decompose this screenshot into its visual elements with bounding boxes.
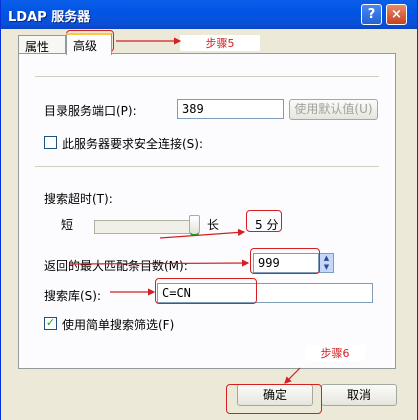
close-button[interactable]: × — [386, 4, 407, 25]
tab-properties[interactable]: 属性 — [18, 35, 66, 54]
timeout-value: 5 分 — [255, 218, 279, 232]
simple-filter-label: 使用简单搜索筛选(F) — [62, 318, 175, 332]
secure-connection-checkbox[interactable] — [44, 136, 57, 149]
timeout-slider[interactable] — [94, 220, 199, 234]
advanced-panel: 目录服务端口(P): 389 使用默认值(U) 此服务器要求安全连接(S): 搜… — [18, 53, 396, 369]
ok-button[interactable]: 确定 — [237, 384, 313, 406]
secure-connection-label: 此服务器要求安全连接(S): — [62, 137, 204, 151]
search-base-label: 搜索库(S): — [44, 289, 102, 303]
max-matches-label: 返回的最大匹配条目数(M): — [44, 259, 188, 273]
annotation-step6: 步骤6 — [305, 345, 365, 361]
port-label: 目录服务端口(P): — [44, 104, 137, 118]
separator — [35, 76, 379, 77]
spin-up-icon[interactable]: ▲ — [320, 254, 333, 263]
timeout-label: 搜索超时(T): — [44, 192, 113, 206]
tab-advanced[interactable]: 高级 — [66, 33, 112, 55]
use-default-button[interactable]: 使用默认值(U) — [289, 99, 378, 120]
timeout-slider-thumb[interactable] — [189, 215, 200, 236]
window-title: LDAP 服务器 — [8, 10, 91, 25]
title-bar: LDAP 服务器 ? × — [1, 0, 417, 29]
spin-down-icon[interactable]: ▼ — [320, 263, 333, 272]
timeout-long-label: 长 — [207, 218, 220, 232]
max-matches-spinner[interactable]: ▲ ▼ — [319, 253, 334, 273]
separator — [35, 166, 379, 167]
help-button[interactable]: ? — [361, 4, 382, 25]
search-base-input[interactable]: C=CN — [157, 283, 373, 303]
port-input[interactable]: 389 — [177, 99, 284, 119]
cancel-button[interactable]: 取消 — [321, 384, 397, 406]
annotation-step5: 步骤5 — [180, 35, 260, 51]
timeout-short-label: 短 — [61, 218, 74, 232]
max-matches-input[interactable]: 999 — [253, 253, 319, 273]
simple-filter-checkbox[interactable]: ✓ — [44, 317, 57, 330]
